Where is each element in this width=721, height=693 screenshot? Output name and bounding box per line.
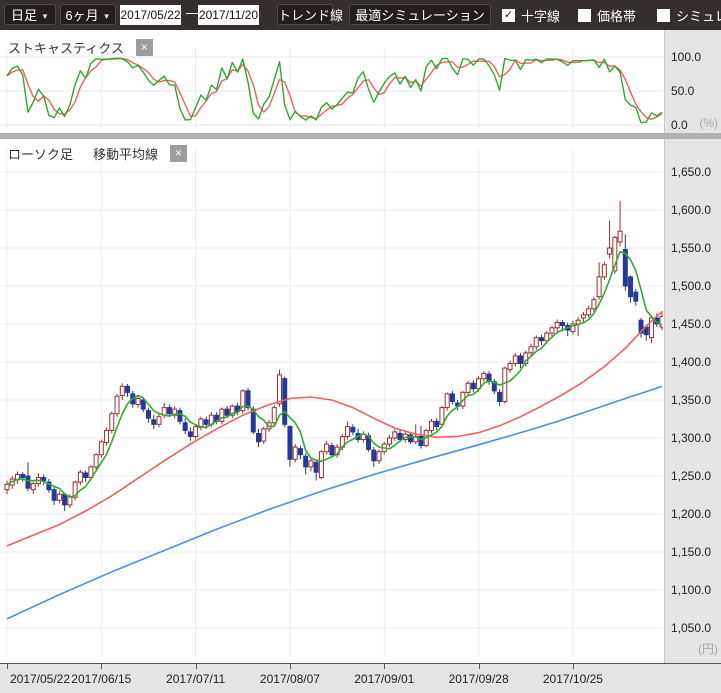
x-axis-tick-label: 2017/07/11 [158, 672, 234, 686]
y-axis-tick-label: 1,650.0 [671, 164, 711, 180]
x-axis-tick-label: 2017/08/07 [252, 672, 328, 686]
checkbox-icon[interactable] [578, 9, 591, 22]
range-dropdown-label: 6ヶ月 [65, 8, 98, 23]
y-axis-tick-label: 1,550.0 [671, 240, 711, 256]
chevron-down-icon: ▼ [103, 12, 111, 21]
y-axis-tick-label: 1,450.0 [671, 316, 711, 332]
y-axis-tick-label: 1,050.0 [671, 620, 711, 636]
x-axis-tick [384, 664, 385, 669]
simulation-checkbox[interactable]: シミュレーション [657, 0, 721, 30]
x-axis-tick-label: 2017/10/25 [535, 672, 611, 686]
checkbox-icon[interactable]: ✓ [502, 9, 515, 22]
stochastics-title: ストキャスティクス [8, 38, 124, 57]
period-dropdown-label: 日足 [11, 8, 37, 23]
y-axis-tick-label: 1,400.0 [671, 354, 711, 370]
price-band-checkbox[interactable]: 価格帯 [578, 0, 636, 30]
x-axis-tick [196, 664, 197, 669]
y-axis-tick-label: 1,600.0 [671, 202, 711, 218]
x-axis-tick-label: 2017/06/15 [63, 672, 139, 686]
y-axis-tick-label: 1,350.0 [671, 392, 711, 408]
y-axis-tick-label: 0.0 [671, 117, 688, 133]
x-axis-tick [101, 664, 102, 669]
x-axis-tick-label: 2017/09/28 [441, 672, 517, 686]
crosshair-checkbox[interactable]: ✓ 十字線 [502, 0, 560, 30]
toolbar: 日足▼ 6ヶ月▼ — トレンド線 最適シミュレーション ✓ 十字線 価格帯 シミ… [0, 0, 721, 30]
date-to-input[interactable] [198, 5, 259, 25]
stochastics-panel: ストキャスティクス × (%) 100.0 50.0 0.0 [0, 30, 721, 133]
period-dropdown-button[interactable]: 日足 ▼ [4, 4, 56, 25]
y-axis-tick-label: 50.0 [671, 83, 694, 99]
x-axis-tick [7, 664, 8, 669]
trend-line-button[interactable]: トレンド線 [277, 4, 333, 25]
close-icon[interactable]: × [136, 39, 153, 56]
y-axis-tick-label: 1,250.0 [671, 468, 711, 484]
candlestick-panel: ローソク足 移動平均線 × (円) 1,650.0 1,600.0 1,550.0 1… [0, 139, 721, 663]
x-axis-tick-label: 2017/09/01 [346, 672, 422, 686]
y-axis-tick-label: 1,150.0 [671, 544, 711, 560]
candlestick-title: ローソク足 [8, 144, 73, 163]
x-axis-tick [290, 664, 291, 669]
yen-unit-label: (円) [698, 640, 718, 657]
y-axis-tick-label: 1,100.0 [671, 582, 711, 598]
percent-unit-label: (%) [699, 116, 718, 130]
chevron-down-icon: ▼ [41, 12, 49, 21]
crosshair-checkbox-label: 十字線 [521, 6, 560, 25]
optimal-simulation-button[interactable]: 最適シミュレーション [349, 4, 491, 25]
moving-average-title: 移動平均線 [93, 144, 158, 163]
y-axis-tick-label: 1,500.0 [671, 278, 711, 294]
simulation-checkbox-label: シミュレーション [676, 6, 721, 25]
y-axis-tick-label: 1,200.0 [671, 506, 711, 522]
price-y-axis: (円) 1,650.0 1,600.0 1,550.0 1,500.0 1,450.0 1… [664, 139, 721, 663]
x-axis: 2017/05/222017/06/152017/07/112017/08/07… [0, 663, 721, 693]
y-axis-tick-label: 1,300.0 [671, 430, 711, 446]
candlestick-plot [0, 139, 663, 663]
close-icon[interactable]: × [170, 145, 187, 162]
checkbox-icon[interactable] [657, 9, 670, 22]
stochastics-y-axis: (%) 100.0 50.0 0.0 [664, 30, 721, 133]
x-axis-tick [573, 664, 574, 669]
x-axis-tick [479, 664, 480, 669]
range-dropdown-button[interactable]: 6ヶ月 ▼ [60, 4, 116, 25]
y-axis-tick-label: 100.0 [671, 49, 701, 65]
date-from-input[interactable] [120, 5, 181, 25]
price-band-checkbox-label: 価格帯 [597, 6, 636, 25]
